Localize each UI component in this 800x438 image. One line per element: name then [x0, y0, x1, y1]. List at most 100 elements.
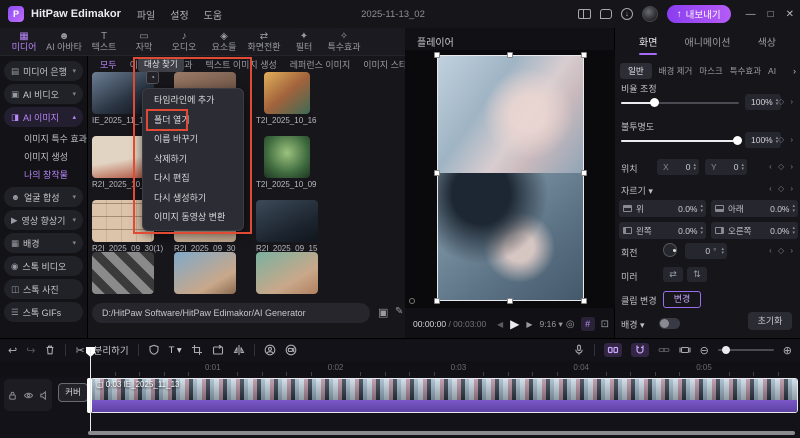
minimize-button[interactable]: —	[746, 9, 756, 20]
image-stack-icon[interactable]: ▣	[378, 306, 388, 319]
preview-canvas[interactable]	[405, 50, 615, 308]
keyframe-tool-icon[interactable]	[604, 343, 622, 357]
inspector-tab[interactable]: 화면	[639, 34, 657, 55]
split-button[interactable]: 분리하기	[94, 343, 129, 357]
selection-handle[interactable]	[581, 170, 587, 176]
library-thumbnail[interactable]	[264, 136, 310, 178]
toolbar-tab[interactable]: ◈ 요소들	[204, 31, 244, 53]
lock-icon[interactable]	[7, 390, 18, 401]
ripple-icon[interactable]	[679, 344, 691, 356]
magnet-icon[interactable]	[631, 343, 649, 357]
scale-slider[interactable]	[621, 102, 739, 104]
change-clip-button[interactable]: 변경	[663, 291, 701, 308]
context-menu-item[interactable]: 이름 바꾸기	[143, 130, 243, 150]
timeline-ruler[interactable]: 0:010:020:030:040:05	[0, 361, 800, 377]
layout-icon[interactable]	[578, 9, 591, 19]
library-tab[interactable]: 텍스트 이미지 생성	[206, 58, 277, 72]
crop-l-field[interactable]: 왼쪽0.0%▴▾	[619, 222, 706, 239]
inspector-subtab[interactable]: 일반	[620, 63, 652, 79]
toolbar-tab[interactable]: ✦ 필터	[284, 31, 324, 53]
sidebar-item[interactable]: ◫ 스톡 사진	[4, 279, 83, 299]
selection-handle[interactable]	[581, 52, 587, 58]
snapshot-icon[interactable]: ◎	[566, 319, 575, 330]
output-path-field[interactable]: D:/HitPaw Software/HitPaw Edimakor/AI Ge…	[92, 303, 370, 323]
library-tab[interactable]: 모두	[100, 58, 117, 72]
crop-t-field[interactable]: 위0.0%▴▾	[619, 200, 706, 217]
toolbar-tab[interactable]: ♪ 오디오	[164, 31, 204, 53]
scissors-icon[interactable]: ✂	[75, 344, 84, 357]
zoom-out-icon[interactable]: ⊖	[700, 344, 709, 357]
timeline-clip[interactable]: ▢ 0:03 IE_2025_11_13	[90, 378, 798, 413]
keyframe-controls[interactable]: ‹ ◇ ›	[769, 184, 795, 193]
selection-handle[interactable]	[507, 298, 513, 304]
toolbar-tab[interactable]: ☻ AI 아바타	[44, 31, 84, 53]
menu-item[interactable]: 도움	[204, 7, 222, 22]
stepper-icon[interactable]: ▴▾	[792, 204, 795, 213]
inspector-subtab[interactable]: 특수효과	[730, 65, 761, 77]
toolbar-tab[interactable]: ⇄ 화면전환	[244, 31, 284, 53]
close-button[interactable]: ✕	[786, 9, 794, 20]
reframe-icon[interactable]	[212, 344, 224, 356]
context-menu-item[interactable]: 타임라인에 추가	[143, 91, 243, 111]
toolbar-tab[interactable]: ▭ 자막	[124, 31, 164, 53]
library-thumbnail[interactable]	[256, 200, 318, 242]
sidebar-item[interactable]: ▣ AI 비디오 ▾	[4, 84, 83, 104]
redo-icon[interactable]: ↪	[26, 344, 35, 357]
reset-button[interactable]: 초기화	[748, 312, 792, 330]
stepper-icon[interactable]: ▴▾	[721, 247, 724, 256]
speaker-icon[interactable]	[39, 390, 50, 401]
context-menu-item[interactable]: 이미지 동영상 변환	[143, 208, 243, 228]
context-menu-item[interactable]: 다시 편집	[143, 169, 243, 189]
library-thumbnail[interactable]	[264, 72, 310, 114]
sidebar-item[interactable]: ▤ 미디어 은행 ▾	[4, 61, 83, 81]
menu-item[interactable]: 설정	[170, 7, 188, 22]
library-tab[interactable]: 레퍼런스 이미지	[290, 58, 350, 72]
keyframe-controls[interactable]: ‹ ◇ ›	[769, 135, 795, 144]
sidebar-item[interactable]: ◉ 스톡 비디오	[4, 256, 83, 276]
face-tool-icon[interactable]	[264, 344, 276, 356]
sidebar-item[interactable]: ☰ 스톡 GIFs	[4, 302, 83, 322]
crop-b-field[interactable]: 아래0.0%▴▾	[711, 200, 798, 217]
context-menu-item[interactable]: 다시 생성하기	[143, 189, 243, 209]
sidebar-item[interactable]: 이미지 특수 효과	[0, 130, 87, 148]
grid-icon[interactable]: #	[581, 317, 595, 331]
horizontal-scrollbar[interactable]	[88, 431, 795, 435]
selection-handle[interactable]	[507, 52, 513, 58]
keyframe-controls[interactable]: ‹ ◇ ›	[769, 97, 795, 106]
mirror-icon[interactable]	[233, 344, 245, 356]
crop-label[interactable]: 자르기 ▾	[621, 184, 653, 197]
record-icon[interactable]	[285, 344, 297, 356]
menu-item[interactable]: 파일	[137, 7, 155, 22]
preview-image[interactable]	[437, 55, 584, 301]
play-button[interactable]: ▶	[510, 317, 519, 331]
eye-icon[interactable]	[23, 390, 34, 401]
position-y-field[interactable]: Y0▴▾	[705, 159, 747, 175]
playhead-line[interactable]	[90, 349, 91, 431]
sidebar-item[interactable]: ◨ AI 이미지 ▴	[4, 107, 83, 127]
sidebar-item[interactable]: 이미지 생성	[0, 148, 87, 166]
inspector-subtab[interactable]: AI	[768, 66, 776, 76]
inspector-subtab[interactable]: 배경 제거	[659, 65, 693, 77]
library-thumbnail[interactable]	[256, 252, 318, 294]
inspector-subtab[interactable]: 마스크	[699, 65, 722, 77]
next-frame-button[interactable]: ▶	[526, 320, 532, 329]
marker-icon[interactable]	[148, 344, 160, 356]
context-menu-item[interactable]: 폴더 열기	[143, 111, 243, 131]
stepper-icon[interactable]: ▴▾	[741, 163, 744, 172]
stepper-icon[interactable]: ▴▾	[700, 226, 703, 235]
flip-horizontal-icon[interactable]: ⇄	[663, 267, 683, 282]
selection-handle[interactable]	[581, 298, 587, 304]
zoom-in-icon[interactable]: ⊕	[783, 344, 792, 357]
export-button[interactable]: ↑내보내기	[667, 5, 731, 23]
stepper-icon[interactable]: ▴▾	[693, 163, 696, 172]
fullscreen-icon[interactable]: ⊡	[601, 319, 609, 330]
rotate-value-field[interactable]: 0°▴▾	[685, 243, 727, 259]
library-thumbnail[interactable]	[92, 252, 154, 294]
flip-vertical-icon[interactable]: ⇅	[687, 267, 707, 282]
sidebar-item[interactable]: 나의 창작물	[0, 166, 87, 184]
previous-frame-button[interactable]: ◀	[497, 320, 503, 329]
background-label[interactable]: 배경 ▾	[621, 318, 645, 331]
microphone-icon[interactable]	[573, 344, 585, 356]
crop-r-field[interactable]: 오른쪽0.0%▴▾	[711, 222, 798, 239]
stepper-icon[interactable]: ▴▾	[792, 226, 795, 235]
